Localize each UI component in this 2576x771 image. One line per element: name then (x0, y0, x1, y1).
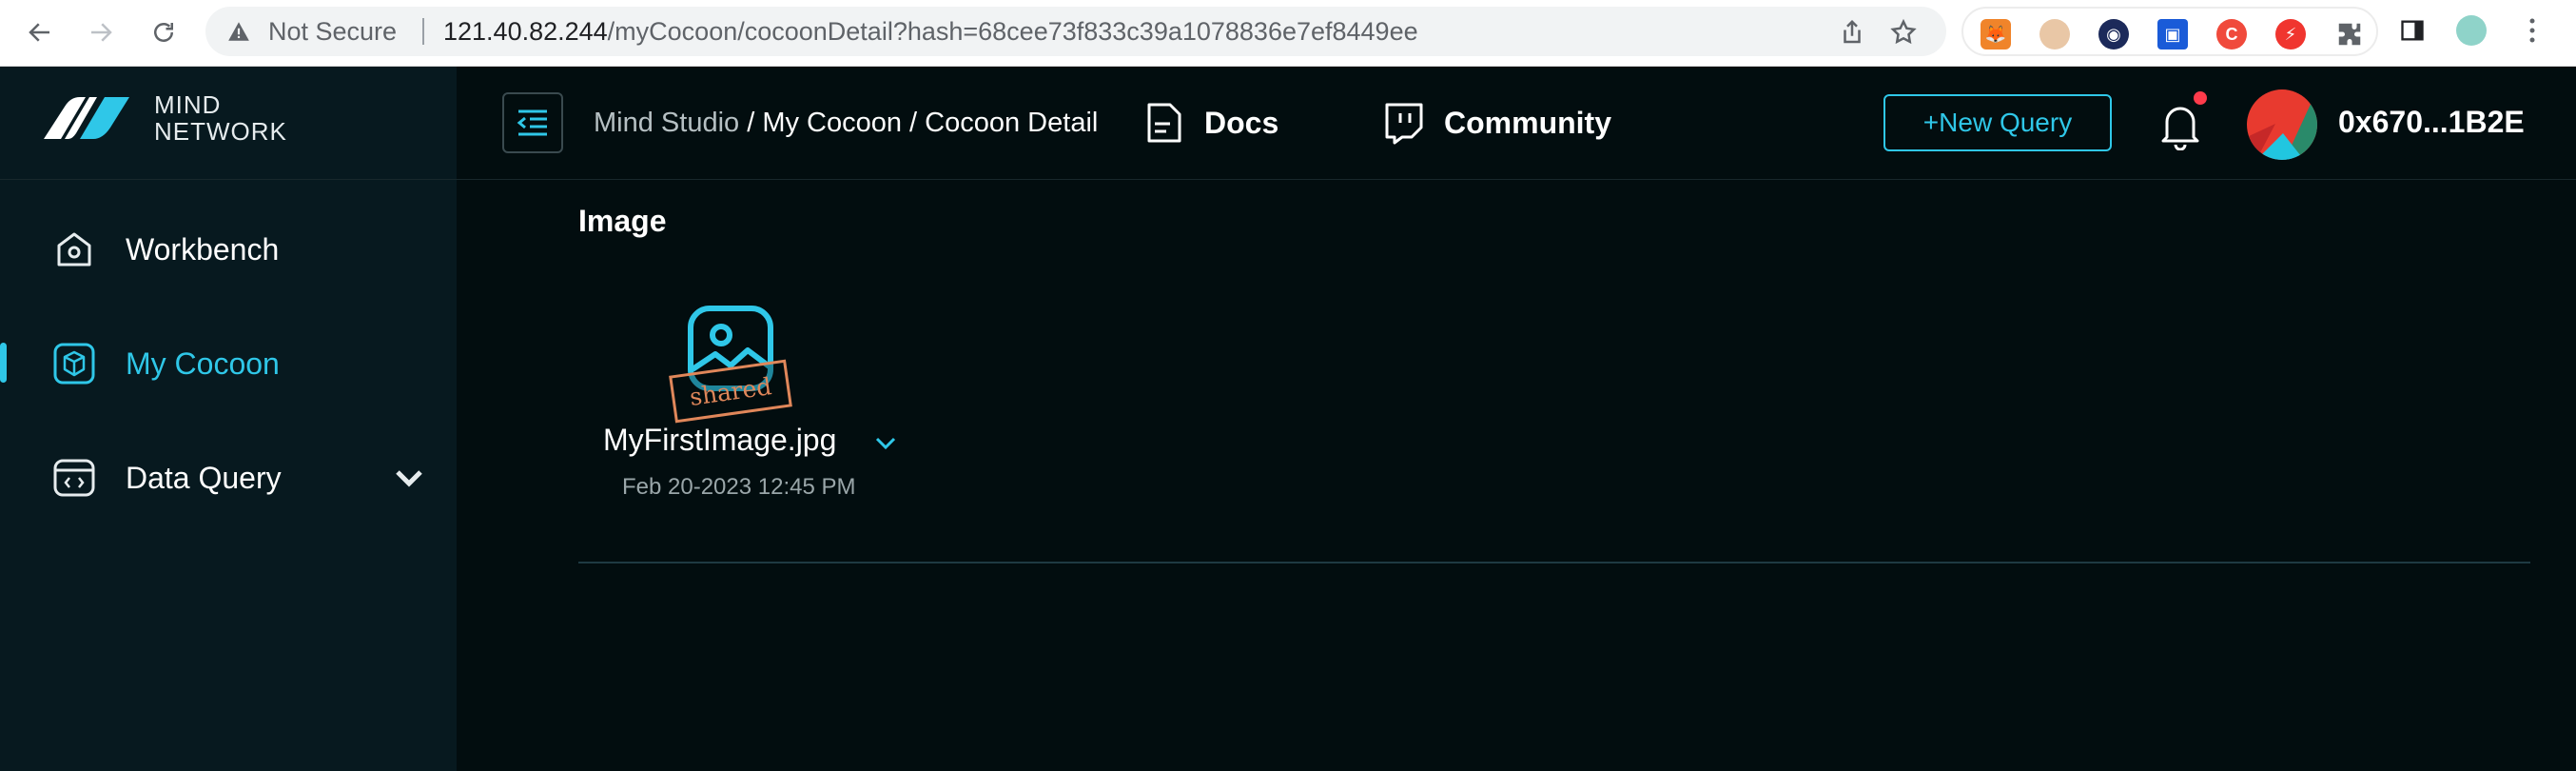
file-card[interactable]: shared MyFirstImage.jpg Feb 20-2023 12:4… (603, 305, 917, 514)
kebab-icon (2529, 18, 2535, 43)
side-panel-button[interactable] (2397, 15, 2428, 46)
fox-extension-icon[interactable]: 🦊 (1981, 19, 2011, 49)
security-label[interactable]: Not Secure (268, 19, 397, 45)
url-path: /myCocoon/cocoonDetail?hash=68cee73f833c… (607, 17, 1418, 46)
content-divider (578, 562, 2530, 563)
notification-badge (2194, 91, 2207, 105)
arrow-right-icon (91, 23, 112, 42)
reload-button[interactable] (145, 13, 183, 51)
forward-button[interactable] (82, 13, 120, 51)
breadcrumb: Mind Studio / My Cocoon / Cocoon Detail (594, 107, 1098, 139)
wallet-avatar[interactable] (2247, 89, 2317, 160)
collapse-sidebar-button[interactable] (502, 92, 563, 153)
url-host: 121.40.82.244 (443, 17, 608, 46)
chevron-down-icon[interactable] (386, 455, 432, 501)
wallet-address[interactable]: 0x670...1B2E (2338, 105, 2525, 140)
red-c-extension-icon[interactable]: C (2216, 19, 2247, 49)
breadcrumb-current: Cocoon Detail (925, 108, 1099, 138)
sidebar: MIND NETWORK Workbench My Cocoon Data Qu… (0, 67, 457, 771)
sidebar-item-data-query[interactable]: Data Query (51, 449, 432, 506)
docs-link[interactable]: Docs (1142, 97, 1278, 148)
top-header: Mind Studio / My Cocoon / Cocoon Detail … (457, 67, 2576, 179)
address-separator (422, 18, 424, 45)
home-icon (57, 232, 91, 267)
shield-extension-icon[interactable]: ▣ (2157, 19, 2188, 49)
breadcrumb-separator: / (739, 108, 763, 138)
brand-line-2: NETWORK (154, 117, 287, 146)
side-panel-icon (2401, 20, 2424, 41)
file-name[interactable]: MyFirstImage.jpg (603, 423, 836, 458)
community-label: Community (1444, 105, 1611, 140)
bell-icon[interactable] (2157, 101, 2203, 150)
arrow-left-icon (29, 23, 49, 42)
document-icon (1147, 103, 1181, 143)
sidebar-item-label: Workbench (126, 231, 280, 267)
share-icon[interactable] (1838, 18, 1866, 47)
new-query-button[interactable]: +New Query (1883, 94, 2112, 151)
avatar-extension-icon[interactable] (2039, 19, 2070, 49)
bolt-extension-icon[interactable]: ⚡ (2275, 19, 2306, 49)
menu-collapse-icon (517, 109, 547, 136)
breadcrumb-my-cocoon[interactable]: My Cocoon (762, 108, 902, 138)
sidebar-item-label: My Cocoon (126, 346, 280, 381)
back-button[interactable] (21, 13, 59, 51)
sidebar-item-my-cocoon[interactable]: My Cocoon (51, 335, 432, 392)
browser-toolbar: Not Secure 121.40.82.244/myCocoon/cocoon… (0, 0, 2576, 67)
main-content: Image shared MyFirstImage.jpg Feb 20-202… (457, 179, 2576, 771)
puzzle-icon[interactable] (2334, 19, 2365, 49)
app-root: MIND NETWORK Workbench My Cocoon Data Qu… (0, 67, 2576, 771)
profile-avatar[interactable] (2456, 15, 2487, 46)
sidebar-item-workbench[interactable]: Workbench (51, 221, 432, 278)
star-icon[interactable] (1889, 18, 1918, 47)
menu-button[interactable] (2517, 15, 2547, 46)
brand-name: MIND NETWORK (154, 91, 287, 145)
code-window-icon (53, 459, 95, 497)
sidebar-item-label: Data Query (126, 460, 282, 495)
eye-extension-icon[interactable]: ◉ (2098, 19, 2129, 49)
breadcrumb-separator: / (902, 108, 926, 138)
reload-icon (154, 23, 173, 42)
brand-line-1: MIND (154, 90, 222, 119)
breadcrumb-root[interactable]: Mind Studio (594, 108, 739, 138)
cube-icon (53, 343, 95, 385)
mind-network-logo[interactable] (44, 95, 129, 139)
docs-label: Docs (1204, 105, 1279, 140)
address-bar[interactable]: Not Secure 121.40.82.244/myCocoon/cocoon… (205, 7, 1946, 56)
twitch-icon (1385, 103, 1423, 145)
url-text[interactable]: 121.40.82.244/myCocoon/cocoonDetail?hash… (443, 17, 1418, 46)
community-link[interactable]: Community (1383, 97, 1611, 148)
section-title: Image (578, 204, 667, 238)
extensions-area: 🦊 ◉ ▣ C ⚡ (1961, 7, 2378, 56)
warning-icon[interactable] (226, 19, 251, 44)
identicon-avatar (2247, 89, 2317, 160)
file-date: Feb 20-2023 12:45 PM (622, 474, 856, 500)
active-indicator (0, 343, 7, 383)
chevron-down-icon[interactable] (873, 432, 898, 453)
